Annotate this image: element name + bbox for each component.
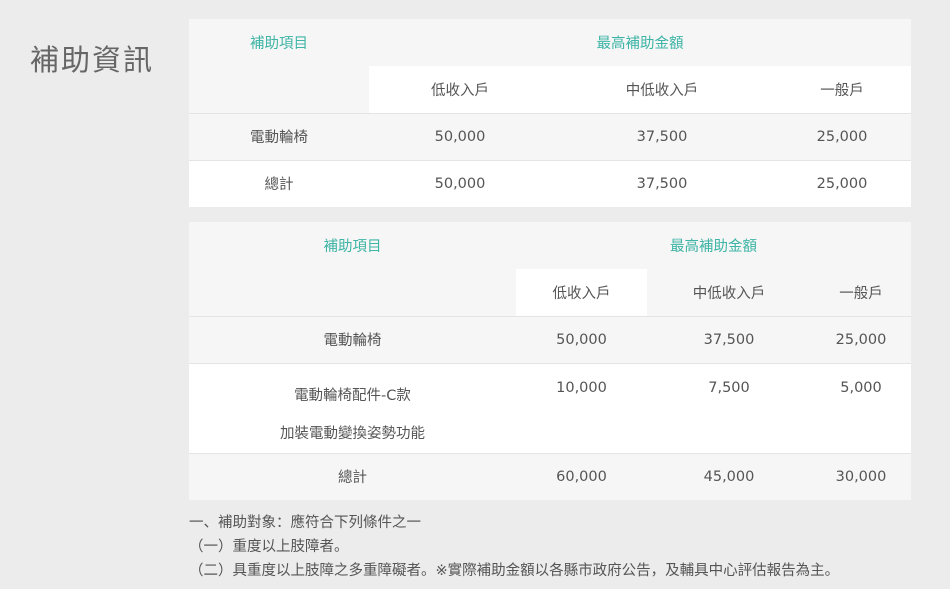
row-value-low-income: 50,000	[369, 159, 551, 207]
row-value-mid-low-income: 7,500	[647, 362, 811, 453]
row-value-low-income: 50,000	[516, 315, 647, 363]
subsidy-table-2: 補助項目 最高補助金額 低收入戶 中低收入戶 一般戶 電動輪椅 50,000 3…	[189, 222, 911, 500]
row-value-mid-low-income: 37,500	[551, 112, 773, 160]
row-value-general: 25,000	[773, 112, 911, 160]
page-title: 補助資訊	[30, 43, 155, 78]
row-value-mid-low-income: 45,000	[647, 452, 811, 500]
header-amount: 最高補助金額	[516, 222, 911, 269]
table-row: 電動輪椅 50,000 37,500 25,000	[189, 112, 911, 160]
header-item: 補助項目	[189, 19, 369, 66]
row-value-general: 25,000	[773, 159, 911, 207]
note-line: 一、補助對象：應符合下列條件之一	[189, 515, 421, 531]
subheader-blank	[189, 66, 369, 113]
table-subheader-row: 低收入戶 中低收入戶 一般戶	[189, 269, 911, 316]
eligibility-notes: 一、補助對象：應符合下列條件之一 （一）重度以上肢障者。 （二）具重度以上肢障之…	[189, 511, 839, 583]
row-value-low-income: 50,000	[369, 112, 551, 160]
table-row-total: 總計 60,000 45,000 30,000	[189, 452, 911, 500]
subheader-blank	[189, 269, 516, 316]
subheader-low-income: 低收入戶	[369, 66, 551, 113]
subheader-low-income: 低收入戶	[516, 269, 647, 316]
header-amount: 最高補助金額	[369, 19, 911, 66]
table-subheader-row: 低收入戶 中低收入戶 一般戶	[189, 66, 911, 113]
table-row: 電動輪椅配件-C款 加裝電動變換姿勢功能 10,000 7,500 5,000	[189, 362, 911, 453]
note-line: （一）重度以上肢障者。	[189, 539, 349, 555]
row-value-general: 30,000	[811, 452, 911, 500]
row-item-multiline: 電動輪椅配件-C款 加裝電動變換姿勢功能	[189, 362, 516, 453]
subheader-general: 一般戶	[773, 66, 911, 113]
table-header-row: 補助項目 最高補助金額	[189, 19, 911, 66]
table-row: 電動輪椅 50,000 37,500 25,000	[189, 315, 911, 363]
row-value-general: 25,000	[811, 315, 911, 363]
row-item-line2: 加裝電動變換姿勢功能	[280, 425, 425, 442]
note-line: （二）具重度以上肢障之多重障礙者。※實際補助金額以各縣市政府公告，及輔具中心評估…	[189, 563, 840, 579]
row-value-general: 5,000	[811, 362, 911, 453]
table-row-total: 總計 50,000 37,500 25,000	[189, 159, 911, 207]
subsidy-table-1: 補助項目 最高補助金額 低收入戶 中低收入戶 一般戶 電動輪椅 50,000 3…	[189, 19, 911, 207]
row-value-mid-low-income: 37,500	[551, 159, 773, 207]
subheader-general: 一般戶	[811, 269, 911, 316]
row-value-mid-low-income: 37,500	[647, 315, 811, 363]
subheader-mid-low-income: 中低收入戶	[647, 269, 811, 316]
row-item: 總計	[189, 452, 516, 500]
row-value-low-income: 60,000	[516, 452, 647, 500]
row-item: 總計	[189, 159, 369, 207]
row-item-line1: 電動輪椅配件-C款	[294, 387, 411, 404]
subheader-mid-low-income: 中低收入戶	[551, 66, 773, 113]
table-header-row: 補助項目 最高補助金額	[189, 222, 911, 269]
header-item: 補助項目	[189, 222, 516, 269]
row-value-low-income: 10,000	[516, 362, 647, 453]
row-item: 電動輪椅	[189, 315, 516, 363]
row-item: 電動輪椅	[189, 112, 369, 160]
